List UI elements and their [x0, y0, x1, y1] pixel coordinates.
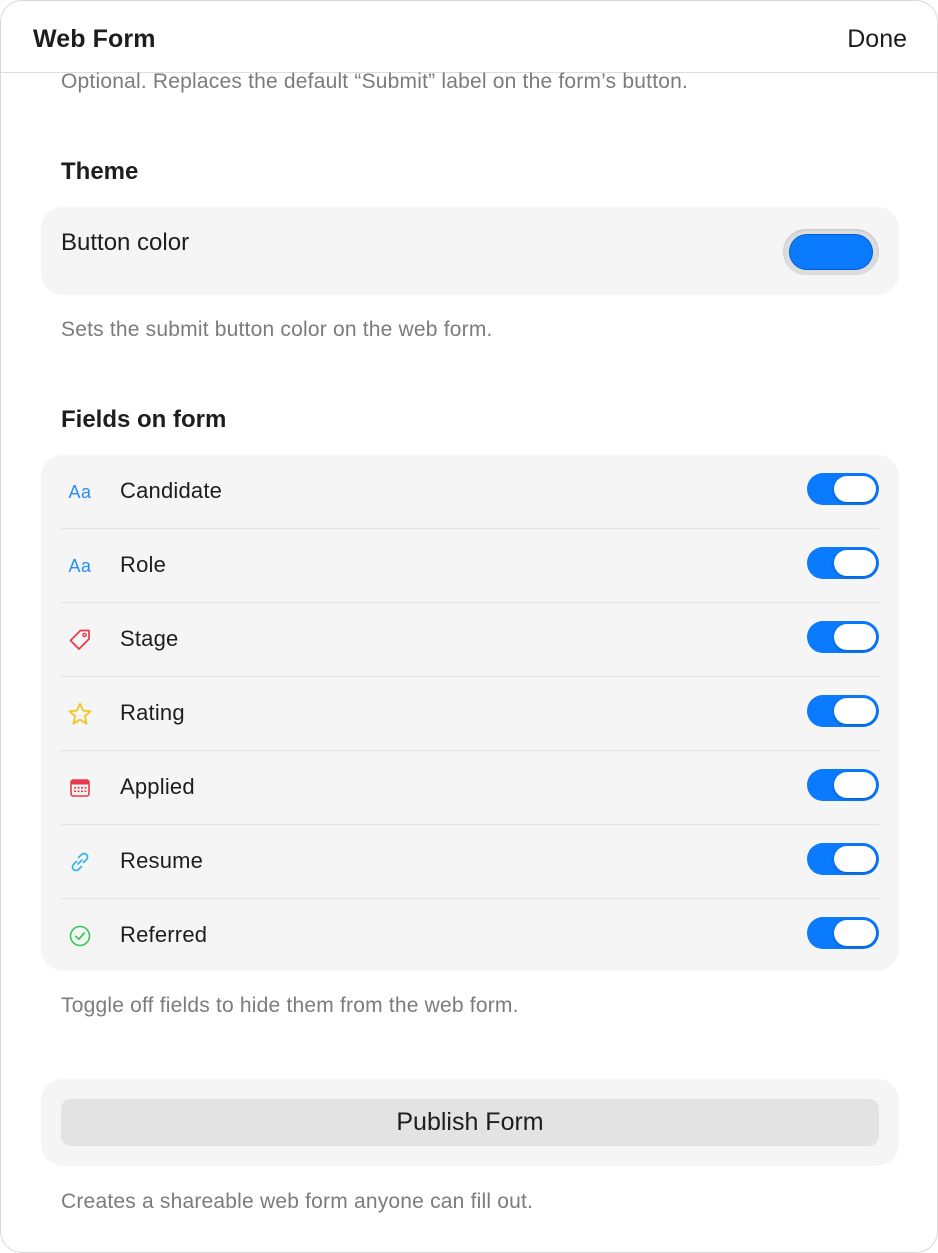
- calendar-icon: [65, 774, 95, 802]
- text-aa-icon: Aa: [68, 481, 92, 502]
- field-label: Referred: [120, 922, 208, 947]
- toggle-knob: [834, 624, 876, 650]
- field-label: Applied: [120, 774, 195, 799]
- fields-section-title: Fields on form: [61, 406, 227, 433]
- button-color-well[interactable]: [783, 229, 879, 275]
- rating-toggle[interactable]: [807, 695, 879, 727]
- star-icon: [65, 700, 95, 728]
- title-bar: Web Form Done: [1, 1, 937, 73]
- field-row-stage: Stage: [61, 603, 879, 677]
- field-row-rating: Rating: [61, 677, 879, 751]
- web-form-sheet: Web Form Done Optional. Replaces the def…: [0, 0, 938, 1253]
- checkmark-circle-icon: [65, 922, 95, 950]
- field-label: Stage: [120, 626, 179, 651]
- theme-section-title: Theme: [61, 158, 139, 185]
- tag-icon: [65, 626, 95, 654]
- field-label: Candidate: [120, 478, 223, 503]
- theme-card: Button color: [41, 207, 899, 295]
- toggle-knob: [834, 476, 876, 502]
- candidate-toggle[interactable]: [807, 473, 879, 505]
- referred-toggle[interactable]: [807, 917, 879, 949]
- field-label: Role: [120, 552, 167, 577]
- field-row-applied: Applied: [61, 751, 879, 825]
- publish-card: Publish Form: [41, 1079, 899, 1166]
- role-toggle[interactable]: [807, 547, 879, 579]
- field-row-candidate: Aa Candidate: [61, 455, 879, 529]
- toggle-knob: [834, 772, 876, 798]
- submit-label-caption: Optional. Replaces the default “Submit” …: [61, 70, 689, 93]
- field-row-referred: Referred: [61, 899, 879, 973]
- toggle-knob: [834, 550, 876, 576]
- stage-toggle[interactable]: [807, 621, 879, 653]
- button-color-swatch: [789, 234, 873, 270]
- applied-toggle[interactable]: [807, 769, 879, 801]
- text-aa-icon: Aa: [68, 555, 92, 576]
- field-row-role: Aa Role: [61, 529, 879, 603]
- fields-caption: Toggle off fields to hide them from the …: [61, 994, 519, 1017]
- field-label: Rating: [120, 700, 185, 725]
- link-icon: [65, 848, 95, 876]
- fields-card: Aa Candidate Aa Role Stage Rating Applie…: [41, 455, 899, 971]
- field-row-resume: Resume: [61, 825, 879, 899]
- theme-caption: Sets the submit button color on the web …: [61, 318, 493, 341]
- publish-form-button[interactable]: Publish Form: [61, 1099, 879, 1146]
- toggle-knob: [834, 846, 876, 872]
- publish-caption: Creates a shareable web form anyone can …: [61, 1190, 534, 1213]
- toggle-knob: [834, 920, 876, 946]
- sheet-title: Web Form: [33, 25, 156, 53]
- button-color-label: Button color: [61, 229, 190, 256]
- done-button[interactable]: Done: [847, 25, 907, 54]
- resume-toggle[interactable]: [807, 843, 879, 875]
- field-label: Resume: [120, 848, 204, 873]
- toggle-knob: [834, 698, 876, 724]
